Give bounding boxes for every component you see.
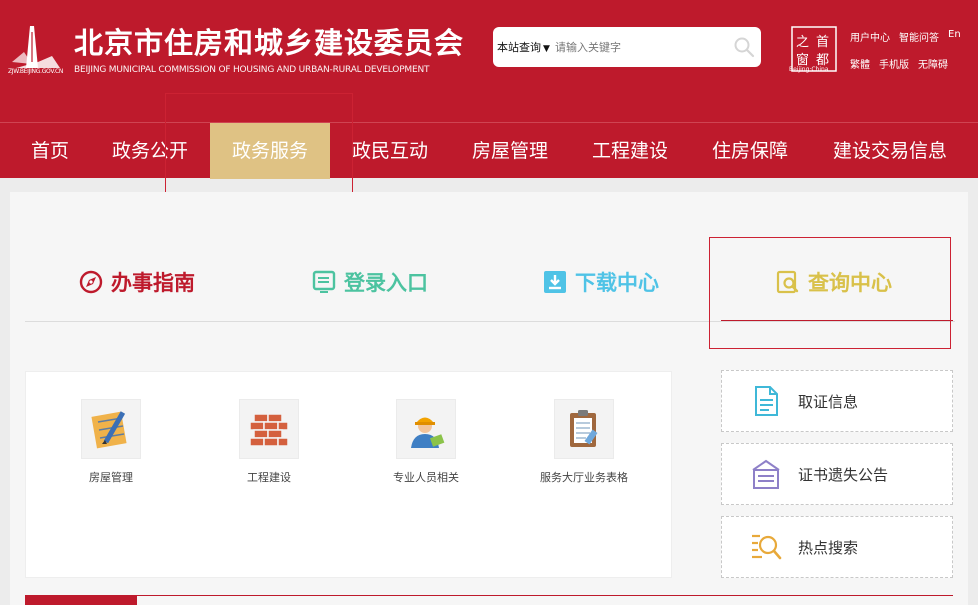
services-grid: 房屋管理 工程建设 专业人员相关 服务大厅业务表格	[25, 371, 672, 578]
download-icon	[544, 271, 566, 293]
worker-icon	[396, 399, 456, 459]
service-construction-label: 工程建设	[247, 471, 291, 484]
tab-download-label: 下载中心	[575, 271, 659, 295]
tab-login[interactable]: 登录入口	[312, 264, 428, 300]
top-links-secondary: 繁體 手机版 无障碍	[850, 56, 948, 71]
english-link[interactable]: En	[948, 29, 961, 44]
side-link-lost-certificate-label: 证书遗失公告	[798, 466, 889, 484]
nav-item-home[interactable]: 首页	[10, 123, 90, 179]
nav-item-gov-affairs-open[interactable]: 政务公开	[100, 123, 200, 179]
seal-char-1: 首	[816, 35, 829, 50]
seal-char-3: 之	[796, 35, 809, 50]
service-housing-label: 房屋管理	[89, 471, 133, 484]
blueprint-pencil-icon	[81, 399, 141, 459]
compass-icon	[79, 270, 103, 294]
tab-guide-label: 办事指南	[111, 271, 195, 295]
user-center-link[interactable]: 用户中心	[850, 29, 890, 44]
side-link-certificate-info[interactable]: 取证信息	[721, 370, 953, 432]
service-professionals[interactable]: 专业人员相关	[366, 399, 486, 485]
side-link-lost-certificate[interactable]: 证书遗失公告	[721, 443, 953, 505]
search-box: 本站查询 ▼	[493, 27, 761, 67]
seal-caption: Beijing·China	[789, 66, 829, 73]
main-nav: 首页 政务公开 政务服务 政民互动 房屋管理 工程建设 住房保障 建设交易信息	[0, 122, 978, 179]
nav-item-construction[interactable]: 工程建设	[580, 123, 680, 179]
tabs-divider	[25, 321, 955, 322]
tab-download[interactable]: 下载中心	[543, 264, 659, 300]
traditional-chinese-link[interactable]: 繁體	[850, 56, 870, 71]
mobile-version-link[interactable]: 手机版	[879, 56, 909, 71]
nav-item-housing-management[interactable]: 房屋管理	[460, 123, 560, 179]
brick-wall-icon	[239, 399, 299, 459]
next-section-divider	[25, 595, 953, 605]
service-construction[interactable]: 工程建设	[209, 399, 329, 485]
tab-query[interactable]: 查询中心	[776, 264, 892, 300]
side-link-hot-search-label: 热点搜索	[798, 539, 859, 557]
tab-query-label: 查询中心	[808, 271, 892, 295]
next-section-tab-marker	[25, 595, 137, 605]
nav-item-gov-services[interactable]: 政务服务	[210, 123, 330, 179]
tab-active-underline	[721, 320, 953, 321]
search-scope-select[interactable]: 本站查询 ▼	[497, 39, 550, 55]
search-input[interactable]	[555, 37, 725, 57]
logo-url-text: ZJW.BEIJING.GOV.CN	[8, 68, 64, 75]
top-links-primary: 用户中心 智能问答 En	[850, 29, 961, 44]
login-screen-icon	[312, 270, 336, 293]
side-link-hot-search[interactable]: 热点搜索	[721, 516, 953, 578]
hot-search-icon	[752, 534, 782, 560]
service-hall-forms[interactable]: 服务大厅业务表格	[524, 399, 644, 485]
clipboard-icon	[554, 399, 614, 459]
accessibility-link[interactable]: 无障碍	[918, 56, 948, 71]
service-forms-label: 服务大厅业务表格	[540, 471, 628, 484]
search-icon[interactable]	[733, 36, 755, 58]
service-housing-management[interactable]: 房屋管理	[51, 399, 171, 485]
announcement-icon	[752, 459, 780, 489]
site-header: ZJW.BEIJING.GOV.CN 北京市住房和城乡建设委员会 BEIJING…	[0, 0, 978, 122]
nav-item-housing-security[interactable]: 住房保障	[700, 123, 800, 179]
nav-item-interaction[interactable]: 政民互动	[340, 123, 440, 179]
smart-qa-link[interactable]: 智能问答	[899, 29, 939, 44]
side-link-certificate-info-label: 取证信息	[798, 393, 859, 411]
site-title[interactable]: 北京市住房和城乡建设委员会	[74, 20, 464, 62]
document-icon	[755, 386, 778, 416]
query-document-icon	[776, 270, 799, 294]
service-professionals-label: 专业人员相关	[393, 471, 459, 484]
chevron-down-icon: ▼	[543, 44, 550, 54]
tab-login-label: 登录入口	[344, 271, 428, 295]
site-subtitle: BEIJING MUNICIPAL COMMISSION OF HOUSING …	[74, 65, 430, 75]
nav-item-trade-info[interactable]: 建设交易信息	[820, 123, 960, 179]
tab-guide[interactable]: 办事指南	[79, 264, 195, 300]
search-scope-label: 本站查询	[497, 41, 541, 54]
